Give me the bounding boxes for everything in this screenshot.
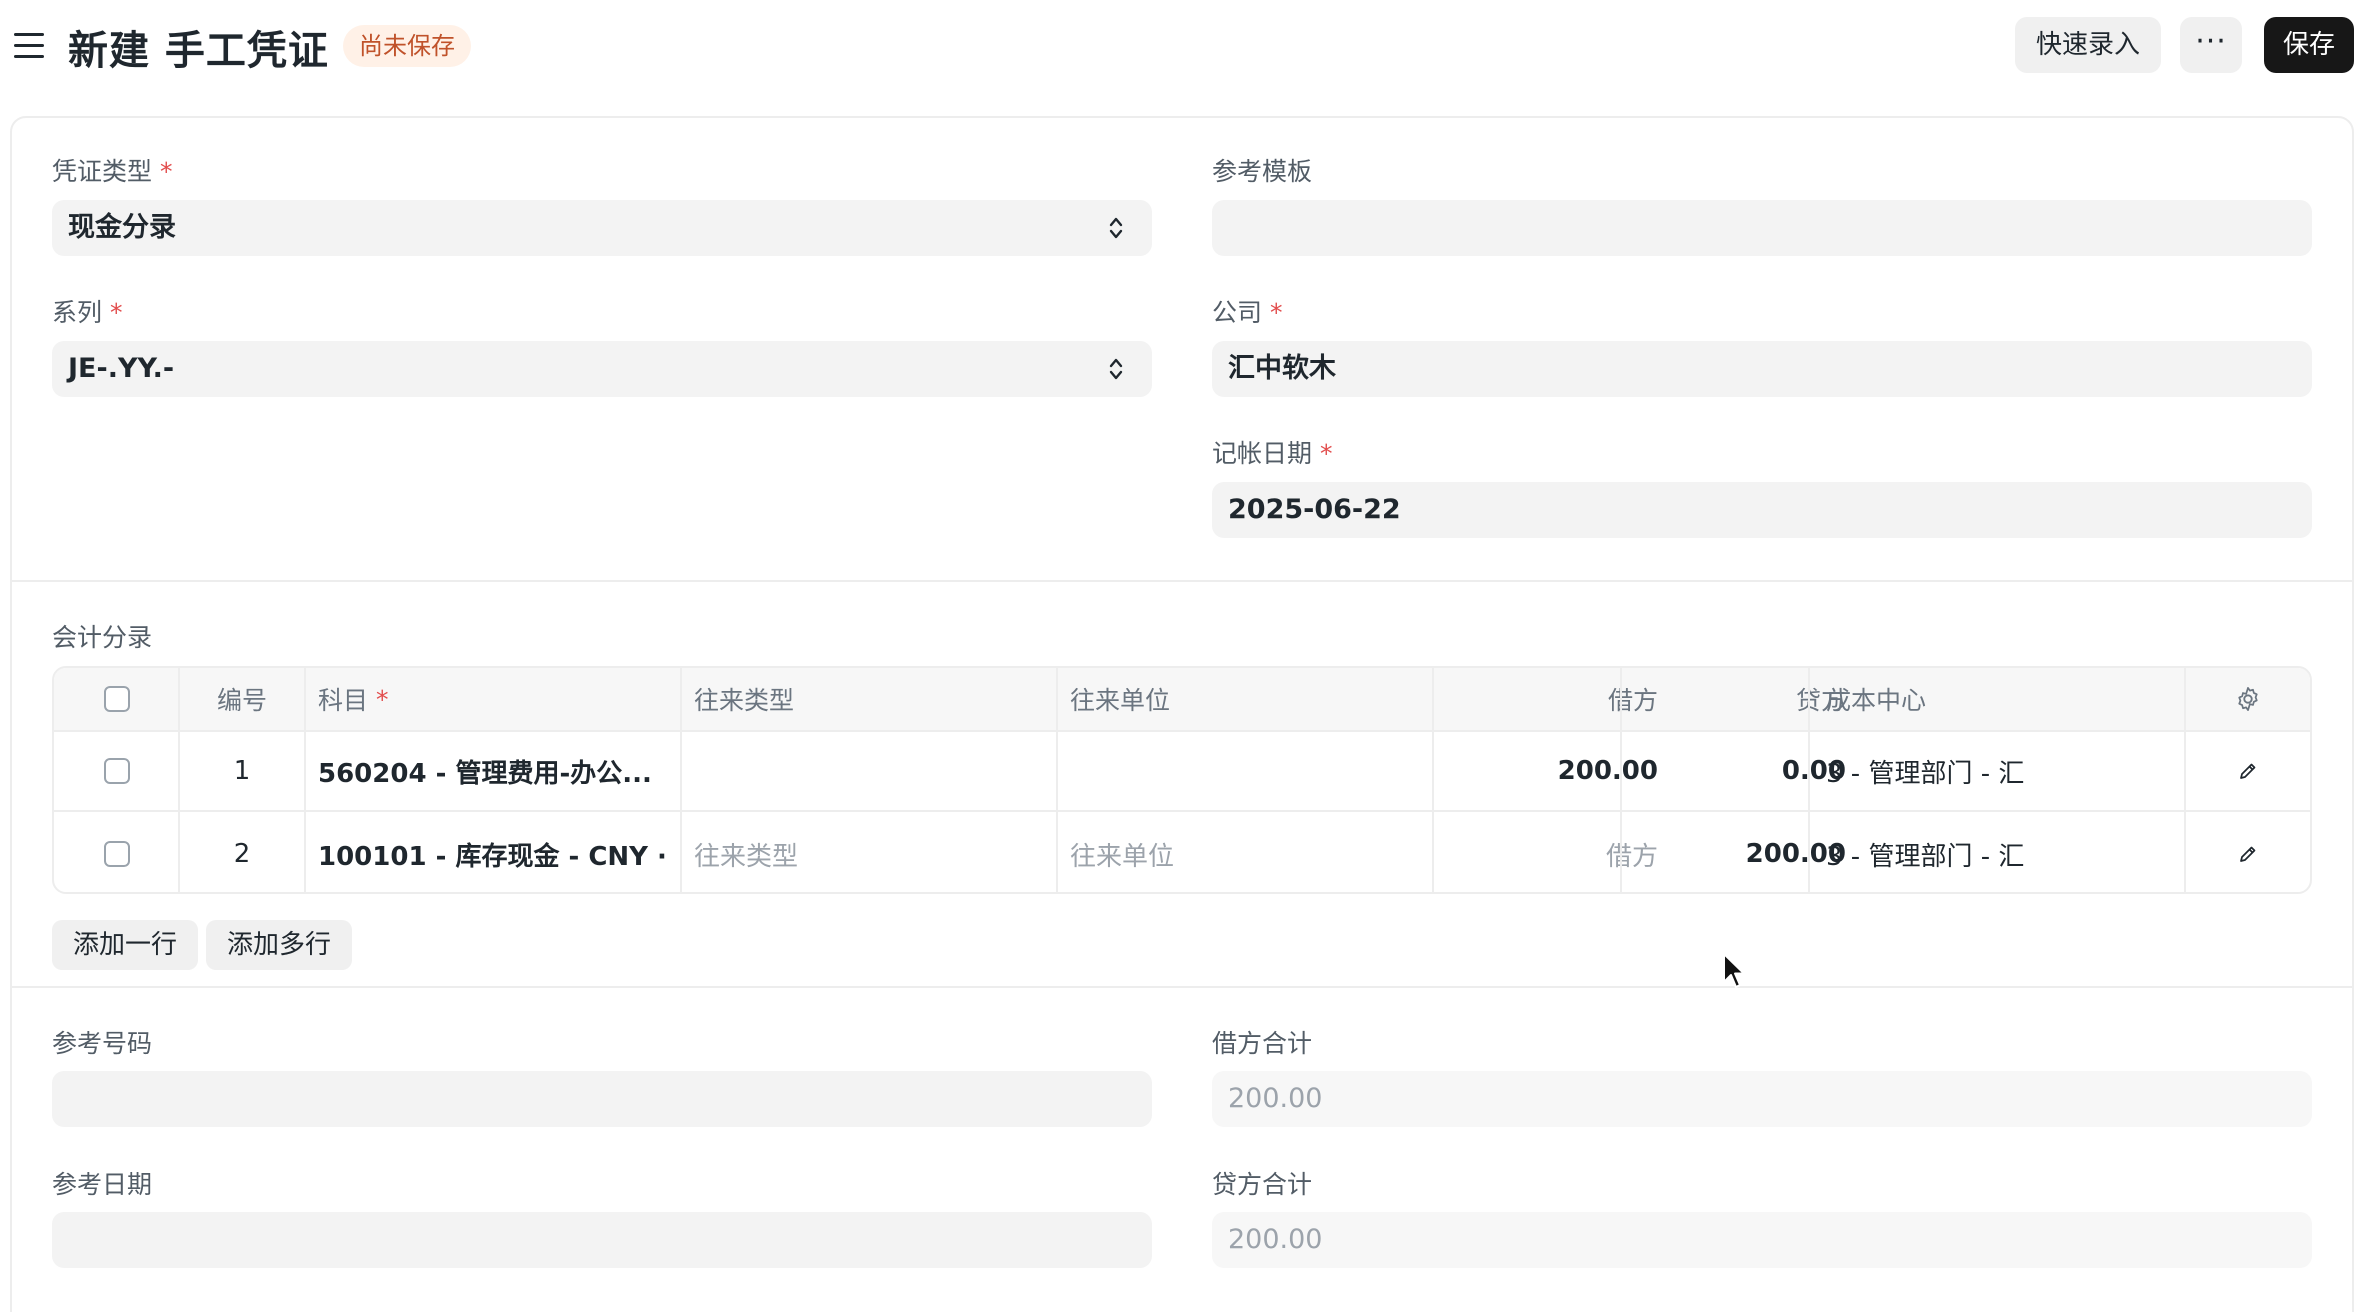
- column-separator: [1432, 668, 1434, 892]
- posting-date-label-text: 记帐日期: [1212, 439, 1313, 468]
- row-checkbox-cell: [54, 814, 180, 892]
- voucher-type-select[interactable]: 现金分录: [52, 200, 1152, 256]
- reference-date-input[interactable]: [52, 1212, 1152, 1268]
- table-settings-cell: [2186, 668, 2310, 730]
- row-no: 1: [233, 756, 251, 786]
- required-mark: *: [1320, 439, 1333, 468]
- select-all-checkbox[interactable]: [104, 686, 130, 712]
- row-cost-center[interactable]: 3 - 管理部门 - 汇: [1826, 814, 2186, 892]
- company-input[interactable]: 汇中软木: [1212, 341, 2312, 397]
- series-label-text: 系列: [52, 298, 103, 327]
- row-checkbox[interactable]: [104, 758, 130, 784]
- row-party[interactable]: [1070, 732, 1430, 810]
- journal-entry-page: 新建 手工凭证 尚未保存 快速录入 ··· 保存 凭证类型 * 现金分录 参考模板…: [0, 0, 2360, 1312]
- col-no: 编号: [216, 686, 267, 715]
- col-account: 科目 *: [318, 668, 678, 730]
- col-credit: 贷方: [1795, 686, 1846, 715]
- col-account-text: 科目: [318, 686, 369, 715]
- voucher-type-label-text: 凭证类型: [52, 157, 153, 186]
- company-label-text: 公司: [1212, 298, 1263, 327]
- column-separator: [178, 668, 180, 892]
- reference-template-label: 参考模板: [1212, 157, 1313, 186]
- required-mark: *: [160, 157, 173, 186]
- voucher-type-value: 现金分录: [68, 212, 176, 243]
- more-actions-button[interactable]: ···: [2180, 17, 2242, 73]
- pencil-icon[interactable]: [2236, 842, 2260, 866]
- row-account[interactable]: 560204 - 管理费用-办公...: [318, 732, 688, 810]
- save-button[interactable]: 保存: [2264, 17, 2354, 73]
- add-multiple-rows-button[interactable]: 添加多行: [206, 920, 352, 970]
- company-label: 公司 *: [1212, 293, 1283, 329]
- row-no: 2: [233, 839, 251, 869]
- row-edit-cell: [2186, 732, 2310, 810]
- total-debit-value: 200.00: [1212, 1071, 2312, 1127]
- row-checkbox-cell: [54, 732, 180, 810]
- reference-template-input[interactable]: [1212, 200, 2312, 256]
- section-divider: [10, 986, 2354, 988]
- col-cost-center: 成本中心: [1826, 686, 1927, 715]
- total-credit-value: 200.00: [1212, 1212, 2312, 1268]
- select-all-cell: [54, 668, 180, 730]
- required-mark: *: [110, 298, 123, 327]
- row-party-type[interactable]: [694, 732, 1054, 810]
- status-badge: 尚未保存: [343, 25, 471, 67]
- row-credit[interactable]: 200.00: [1622, 814, 1846, 892]
- table-header: 编号 科目 * 往来类型 往来单位 借方 贷方 成本中心: [54, 668, 2310, 732]
- chevron-updown-icon: [1109, 358, 1123, 380]
- column-separator: [1808, 668, 1810, 892]
- row-party[interactable]: 往来单位: [1070, 814, 1430, 892]
- series-select[interactable]: JE-.YY.-: [52, 341, 1152, 397]
- row-account[interactable]: 100101 - 库存现金 - CNY ·: [318, 814, 688, 892]
- quick-entry-button[interactable]: 快速录入: [2015, 17, 2161, 73]
- col-party: 往来单位: [1070, 686, 1171, 715]
- section-divider: [10, 580, 2354, 582]
- accounts-table: 编号 科目 * 往来类型 往来单位 借方 贷方 成本中心 1 560204 - 管…: [52, 666, 2312, 894]
- reference-number-label: 参考号码: [52, 1029, 153, 1058]
- mouse-cursor-icon: [1723, 953, 1745, 988]
- required-mark: *: [376, 684, 389, 714]
- reference-date-label: 参考日期: [52, 1170, 153, 1199]
- pencil-icon[interactable]: [2236, 759, 2260, 783]
- column-separator: [1620, 668, 1622, 892]
- accounts-section-title: 会计分录: [52, 623, 153, 652]
- page-title: 新建 手工凭证: [68, 28, 329, 74]
- posting-date-label: 记帐日期 *: [1212, 434, 1333, 470]
- series-value: JE-.YY.-: [68, 353, 175, 384]
- row-cost-center[interactable]: 3 - 管理部门 - 汇: [1826, 732, 2186, 810]
- column-separator: [304, 668, 306, 892]
- row-credit[interactable]: 0.00: [1622, 732, 1846, 810]
- table-row[interactable]: 1 560204 - 管理费用-办公... 200.00 0.00 3 - 管理…: [54, 732, 2310, 812]
- total-credit-label: 贷方合计: [1212, 1170, 1313, 1199]
- col-party-type: 往来类型: [694, 686, 795, 715]
- table-row[interactable]: 2 100101 - 库存现金 - CNY · 往来类型 往来单位 借方 200…: [54, 814, 2310, 892]
- total-debit-label: 借方合计: [1212, 1029, 1313, 1058]
- column-separator: [1056, 668, 1058, 892]
- required-mark: *: [1270, 298, 1283, 327]
- series-label: 系列 *: [52, 293, 123, 329]
- page-header: 新建 手工凭证 尚未保存 快速录入 ··· 保存: [0, 0, 2360, 96]
- row-checkbox[interactable]: [104, 841, 130, 867]
- posting-date-input[interactable]: 2025-06-22: [1212, 482, 2312, 538]
- gear-icon[interactable]: [2234, 685, 2262, 713]
- chevron-updown-icon: [1109, 217, 1123, 239]
- row-party-type[interactable]: 往来类型: [694, 814, 1054, 892]
- voucher-type-label: 凭证类型 *: [52, 152, 173, 188]
- reference-number-input[interactable]: [52, 1071, 1152, 1127]
- hamburger-icon[interactable]: [14, 31, 46, 61]
- column-separator: [680, 668, 682, 892]
- row-edit-cell: [2186, 814, 2310, 892]
- column-separator: [2184, 668, 2186, 892]
- add-row-button[interactable]: 添加一行: [52, 920, 198, 970]
